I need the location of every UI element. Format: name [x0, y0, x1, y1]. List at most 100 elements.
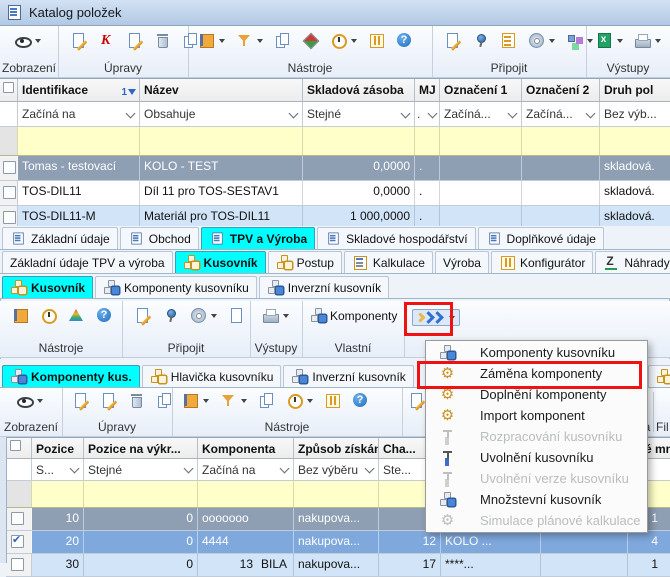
view-button[interactable] — [12, 31, 43, 50]
delete-record-button[interactable] — [126, 391, 147, 410]
column-header-vykres[interactable]: Pozice na výkr... — [84, 438, 198, 458]
history-button[interactable] — [38, 306, 59, 325]
filter-operator-komponenta[interactable]: Začíná na — [198, 459, 294, 480]
filter-operator-vykres[interactable]: Stejné — [84, 459, 198, 480]
tab-doplnkove-udaje[interactable]: Doplňkové údaje — [478, 227, 604, 249]
table-row[interactable]: 20 0 4444 nakupova... 12 KOLO ... 4 — [6, 531, 670, 554]
filter-input-mj[interactable] — [415, 127, 440, 155]
filter-input-oznaceni1[interactable] — [440, 127, 522, 155]
print-button[interactable] — [632, 31, 663, 50]
column-header-oznaceni1[interactable]: Označení 1 — [440, 79, 522, 101]
tab-postup[interactable]: Postup — [268, 251, 342, 273]
media-button[interactable] — [188, 306, 219, 325]
filter-operator-mj[interactable]: . — [415, 102, 440, 126]
column-header-druh[interactable]: Druh pol — [600, 79, 670, 101]
note-button[interactable] — [132, 306, 153, 325]
history-button[interactable] — [284, 391, 315, 410]
help-button[interactable] — [94, 306, 115, 325]
menu-item-uvolneni-kusovniku[interactable]: Uvolnění kusovníku — [426, 447, 647, 468]
column-header-zasoba[interactable]: Skladová zásoba — [303, 79, 415, 101]
document-button[interactable] — [226, 306, 247, 325]
tab-kusovnik-view[interactable]: Kusovník — [2, 276, 93, 298]
filter-input-identifikace[interactable] — [18, 127, 140, 155]
help-button[interactable] — [350, 391, 371, 410]
filter-operator-zpusob[interactable]: Bez výběru — [294, 459, 379, 480]
tab-komponenty-kusovniku[interactable]: Komponenty kusovníku — [95, 276, 257, 298]
filter-operator-pozice[interactable]: S... — [32, 459, 84, 480]
tab-inverzni-kusovnik-2[interactable]: Inverzní kusovník — [283, 365, 413, 387]
menu-item-komponenty-kusovniku[interactable]: Komponenty kusovníku — [426, 342, 647, 363]
view-button[interactable] — [14, 391, 45, 410]
table-row[interactable]: TOS-DIL11 Díl 11 pro TOS-SESTAV1 0,0000 … — [0, 181, 670, 206]
tab-inverzni-kusovnik[interactable]: Inverzní kusovník — [259, 276, 389, 298]
settings-button[interactable] — [366, 31, 387, 50]
table-row[interactable]: Tomas - testovací KOLO - TEST 0,0000 . s… — [0, 156, 670, 181]
filter-input-oznaceni2[interactable] — [522, 127, 600, 155]
edit-record-button[interactable] — [124, 31, 145, 50]
tab-fragment[interactable]: T — [648, 365, 670, 387]
correction-button[interactable] — [96, 31, 117, 50]
tab-zakladni-udaje[interactable]: Základní údaje — [2, 227, 118, 249]
duplicate-button[interactable] — [256, 391, 277, 410]
tab-komponenty-kus[interactable]: Komponenty kus. — [2, 365, 140, 387]
menu-item-import-komponent[interactable]: ⚙Import komponent — [426, 405, 647, 426]
tab-kusovnik[interactable]: Kusovník — [175, 251, 266, 273]
select-all-checkbox[interactable] — [6, 438, 32, 458]
filter-operator-nazev[interactable]: Obsahuje — [140, 102, 303, 126]
filter-operator-identifikace[interactable]: Začíná na — [18, 102, 140, 126]
komponenty-button[interactable]: Komponenty — [308, 306, 399, 325]
delete-record-button[interactable] — [152, 31, 173, 50]
tab-vyroba[interactable]: Výroba — [435, 251, 489, 273]
column-header-identifikace[interactable]: Identifikace 1 — [18, 79, 140, 101]
column-header-komponenta[interactable]: Komponenta — [198, 438, 294, 458]
filter-input-druh[interactable] — [600, 127, 670, 155]
duplicate-button[interactable] — [272, 31, 293, 50]
filter-button[interactable] — [218, 391, 249, 410]
filter-operator-druh[interactable]: Bez výb... — [600, 102, 670, 126]
filter-input-nazev[interactable] — [140, 127, 303, 155]
pin-button[interactable] — [160, 306, 181, 325]
filter-input-vykres[interactable] — [84, 481, 198, 507]
note-button[interactable] — [406, 391, 427, 410]
help-button[interactable] — [394, 31, 415, 50]
column-header-nazev[interactable]: Název — [140, 79, 303, 101]
table-row[interactable]: 30 0 13BILA nakupova... 17 ****... 1 — [6, 554, 670, 577]
filter-input-zasoba[interactable] — [303, 127, 415, 155]
select-all-checkbox[interactable] — [0, 79, 18, 101]
excel-export-button[interactable] — [594, 31, 625, 50]
history-button[interactable] — [328, 31, 359, 50]
column-header-zpusob[interactable]: Způsob získání — [294, 438, 379, 458]
tab-skladove-hospodarstvi[interactable]: Skladové hospodářství — [317, 227, 475, 249]
settings-button[interactable] — [322, 391, 343, 410]
notebook-button[interactable] — [196, 31, 227, 50]
note-button[interactable] — [442, 31, 463, 50]
filter-input-komponenta[interactable] — [198, 481, 294, 507]
column-header-mj[interactable]: MJ — [415, 79, 440, 101]
notebook-button[interactable] — [180, 391, 211, 410]
tab-obchod[interactable]: Obchod — [120, 227, 199, 249]
filter-button[interactable] — [234, 31, 265, 50]
tab-zakladni-udaje-tpv[interactable]: Základní údaje TPV a výroba — [2, 251, 173, 273]
menu-item-mnozstevni-kusovnik[interactable]: Množstevní kusovník — [426, 489, 647, 510]
column-header-pozice[interactable]: Pozice — [32, 438, 84, 458]
tab-hlavicka-kusovniku[interactable]: Hlavička kusovníku — [142, 365, 282, 387]
pin-button[interactable] — [470, 31, 491, 50]
new-record-button[interactable] — [70, 391, 91, 410]
tab-konfigurator[interactable]: Konfigurátor — [491, 251, 593, 273]
filter-input-pozice[interactable] — [32, 481, 84, 507]
notebook-button[interactable] — [10, 306, 31, 325]
tab-tpv-a-vyroba[interactable]: TPV a Výroba — [201, 227, 315, 249]
filter-input-zpusob[interactable] — [294, 481, 379, 507]
levels-button[interactable] — [66, 306, 87, 325]
filter-operator-oznaceni2[interactable]: Začíná... — [522, 102, 600, 126]
edit-record-button[interactable] — [98, 391, 119, 410]
tab-nahrady-polozek[interactable]: Náhrady polož — [595, 251, 670, 273]
tasks-button[interactable] — [498, 31, 519, 50]
print-button[interactable] — [260, 306, 291, 325]
column-header-oznaceni2[interactable]: Označení 2 — [522, 79, 600, 101]
media-button[interactable] — [526, 31, 557, 50]
tab-kalkulace[interactable]: Kalkulace — [344, 251, 433, 273]
new-record-button[interactable] — [68, 31, 89, 50]
filter-operator-oznaceni1[interactable]: Začíná... — [440, 102, 522, 126]
relations-button[interactable] — [300, 31, 321, 50]
